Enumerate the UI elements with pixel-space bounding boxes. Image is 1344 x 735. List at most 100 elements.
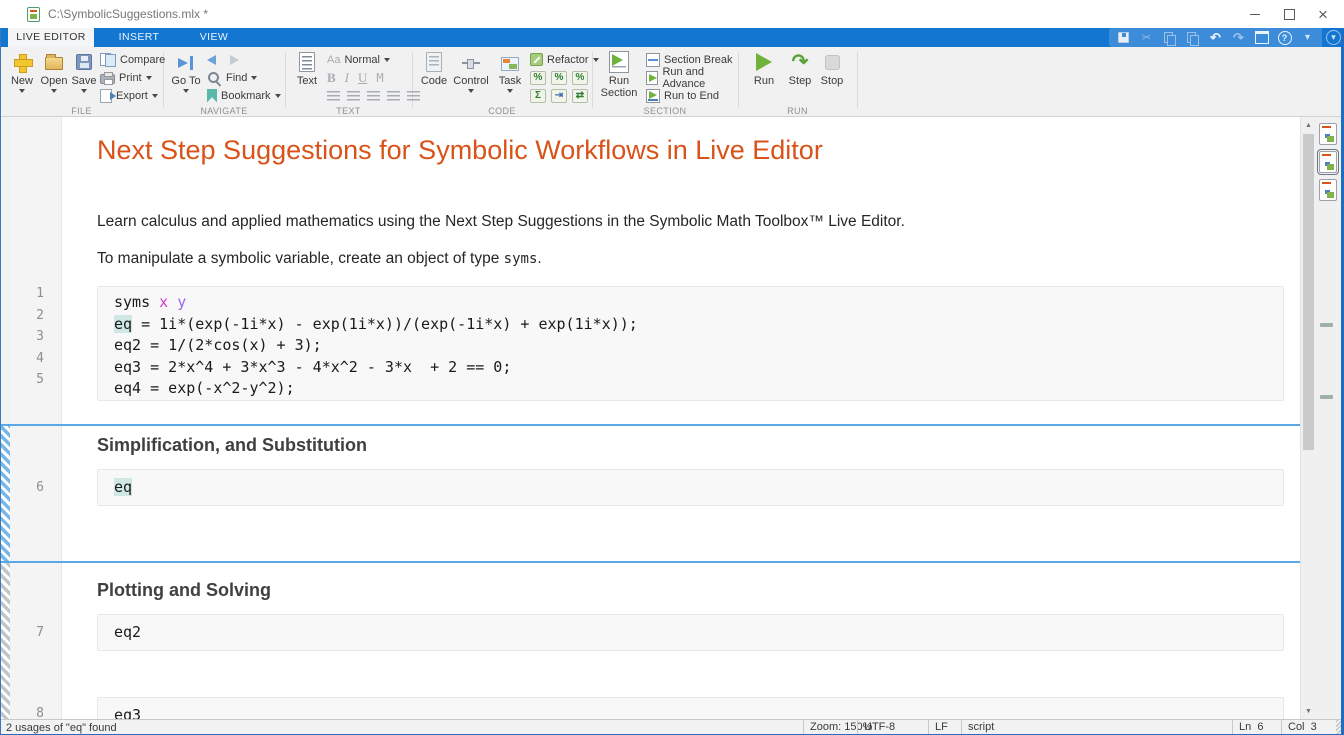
view-output-inline-icon[interactable]	[1319, 123, 1337, 145]
code-line-2[interactable]: eq = 1i*(exp(-1i*x) - exp(1i*x))/(exp(-1…	[114, 314, 638, 336]
text-color-aa[interactable]: Aa	[327, 54, 340, 66]
new-button[interactable]: New	[4, 51, 40, 93]
redo-icon[interactable]	[1230, 30, 1247, 45]
zoom-level: Zoom: 150%	[803, 720, 857, 735]
view-output-on-right-icon[interactable]	[1319, 151, 1337, 173]
goto-button[interactable]: Go To	[168, 51, 204, 93]
code-line-8[interactable]: eq3	[114, 705, 141, 719]
run-play-icon	[756, 53, 772, 71]
print-button[interactable]: Print	[100, 70, 165, 85]
quick-save-icon[interactable]	[1115, 30, 1132, 45]
navigate-small-buttons: Find Bookmark	[207, 52, 281, 103]
bookmark-button[interactable]: Bookmark	[207, 88, 281, 103]
code-line-1[interactable]: syms x y	[114, 292, 186, 314]
new-dropdown-icon	[19, 89, 25, 93]
code-block-3[interactable]: eq2	[97, 614, 1284, 651]
undo-icon[interactable]	[1207, 30, 1224, 45]
vertical-scrollbar[interactable]: ▲ ▼	[1300, 117, 1315, 719]
scroll-up-icon[interactable]: ▲	[1301, 117, 1316, 133]
paragraph[interactable]: Learn calculus and applied mathematics u…	[97, 213, 905, 231]
code-document-icon	[426, 52, 442, 72]
save-button[interactable]: Save	[66, 51, 102, 93]
minimize-button[interactable]	[1238, 0, 1272, 28]
underline-button[interactable]: U	[358, 70, 367, 86]
stop-button[interactable]: Stop	[814, 51, 850, 87]
usage-marker[interactable]	[1320, 395, 1333, 399]
wrap-comment-icon[interactable]: %	[572, 71, 588, 85]
export-button[interactable]: Export	[100, 88, 165, 103]
indent-icon[interactable]: ⇥	[551, 89, 567, 103]
tab-live-editor[interactable]: LIVE EDITOR	[8, 28, 94, 47]
line-number: 2	[10, 308, 44, 323]
numbered-list-icon[interactable]	[347, 91, 360, 101]
comment-icon[interactable]: %	[530, 71, 546, 85]
refactor-button[interactable]: Refactor	[530, 52, 599, 67]
tab-insert[interactable]: INSERT	[94, 28, 184, 47]
code-line-5[interactable]: eq4 = exp(-x^2-y^2);	[114, 378, 295, 400]
scrollbar-thumb[interactable]	[1303, 134, 1314, 450]
section-divider-line	[0, 424, 1341, 426]
usage-marker[interactable]	[1320, 323, 1333, 327]
code-line-4[interactable]: eq3 = 2*x^4 + 3*x^3 - 4*x^2 - 3*x + 2 ==…	[114, 357, 511, 379]
section-heading[interactable]: Plotting and Solving	[97, 580, 271, 601]
code-line-6[interactable]: eq	[114, 477, 132, 499]
tab-view[interactable]: VIEW	[184, 28, 244, 47]
section-break-icon	[646, 53, 660, 67]
code-button[interactable]: Code	[416, 51, 452, 87]
code-block-2[interactable]: eq	[97, 469, 1284, 506]
quick-access-dropdown-icon[interactable]	[1299, 30, 1316, 45]
section-heading[interactable]: Simplification, and Substitution	[97, 435, 367, 456]
text-small-buttons: Aa Normal B I U M	[327, 52, 420, 103]
control-button[interactable]: Control	[450, 51, 492, 93]
code-line-7[interactable]: eq2	[114, 622, 141, 644]
bold-button[interactable]: B	[327, 70, 336, 86]
line-number: 1	[10, 286, 44, 301]
paragraph[interactable]: To manipulate a symbolic variable, creat…	[97, 250, 542, 268]
text-button[interactable]: Text	[289, 51, 325, 87]
window-layout-icon[interactable]	[1253, 30, 1270, 45]
run-section-button[interactable]: Run Section	[596, 51, 642, 99]
code-line-3[interactable]: eq2 = 1/(2*cos(x) + 3);	[114, 335, 322, 357]
document-title[interactable]: Next Step Suggestions for Symbolic Workf…	[97, 135, 823, 166]
text-group: Text Aa Normal B I U M	[285, 47, 412, 117]
scroll-down-icon[interactable]: ▼	[1301, 703, 1316, 719]
uncomment-icon[interactable]: %	[551, 71, 567, 85]
navigate-forward-icon[interactable]	[230, 55, 239, 65]
insert-equation-icon[interactable]: Σ	[530, 89, 546, 103]
code-block-4[interactable]: eq3	[97, 697, 1284, 719]
help-icon[interactable]	[1276, 30, 1293, 45]
run-button[interactable]: Run	[746, 51, 782, 87]
find-button[interactable]: Find	[207, 70, 281, 85]
ribbon-collapse-icon[interactable]	[1326, 30, 1341, 45]
bookmark-icon	[207, 89, 217, 103]
run-and-advance-button[interactable]: Run and Advance	[646, 70, 738, 85]
bullet-list-icon[interactable]	[327, 91, 340, 101]
smart-indent-icon[interactable]: ⇄	[572, 89, 588, 103]
section2-stale-indicator	[0, 424, 10, 561]
navigate-back-icon[interactable]	[207, 55, 216, 65]
step-button[interactable]: Step	[782, 51, 818, 87]
maximize-button[interactable]	[1272, 0, 1306, 28]
section-divider-line	[0, 561, 1341, 563]
live-script-file-icon	[27, 7, 40, 22]
step-arrow-icon	[792, 53, 809, 71]
window-border	[0, 28, 1, 735]
find-dropdown-icon	[251, 76, 257, 80]
compare-button[interactable]: Compare	[100, 52, 165, 67]
copy-icon[interactable]	[1161, 30, 1178, 45]
run-to-end-button[interactable]: Run to End	[646, 88, 738, 103]
code-block-1[interactable]: syms x y eq = 1i*(exp(-1i*x) - exp(1i*x)…	[97, 286, 1284, 401]
text-style-select[interactable]: Normal	[344, 54, 379, 66]
monospace-button[interactable]: M	[376, 71, 383, 85]
align-center-icon[interactable]	[387, 91, 400, 101]
status-message: 2 usages of "eq" found	[6, 721, 117, 735]
close-button[interactable]	[1306, 0, 1340, 28]
task-button[interactable]: Task	[492, 51, 528, 93]
italic-button[interactable]: I	[345, 70, 349, 86]
view-hide-code-icon[interactable]	[1319, 179, 1337, 201]
cut-icon[interactable]	[1138, 30, 1155, 45]
matlab-live-editor-window: C:\SymbolicSuggestions.mlx * LIVE EDITOR…	[0, 0, 1344, 735]
align-left-icon[interactable]	[367, 91, 380, 101]
paste-icon[interactable]	[1184, 30, 1201, 45]
code-small-buttons: Refactor % % % Σ ⇥ ⇄	[530, 52, 599, 103]
